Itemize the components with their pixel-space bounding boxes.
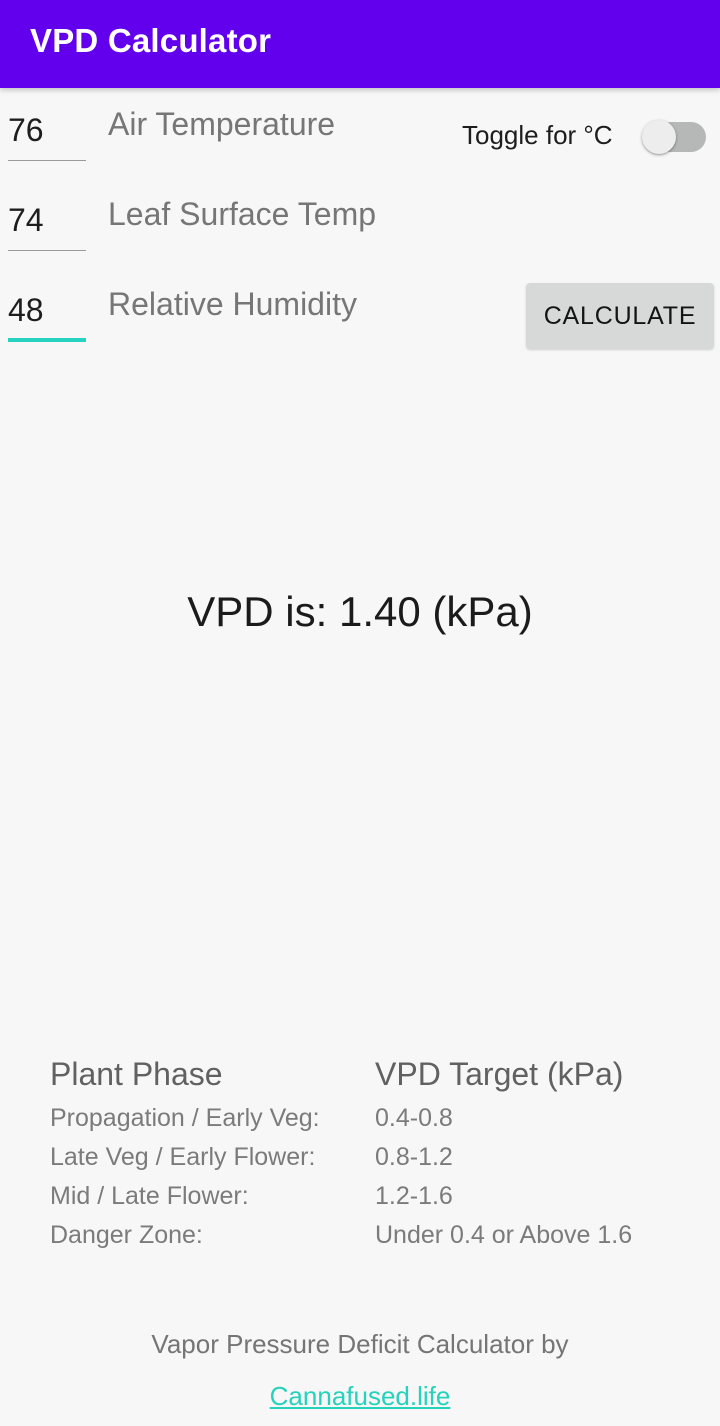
air-temperature-underline xyxy=(8,160,86,161)
table-row: Late Veg / Early Flower: 0.8-1.2 xyxy=(50,1143,710,1182)
unit-toggle-switch[interactable] xyxy=(642,120,706,154)
cell-vpd-target: Under 0.4 or Above 1.6 xyxy=(375,1221,633,1249)
cell-vpd-target: 1.2-1.6 xyxy=(375,1182,453,1210)
cell-vpd-target: 0.8-1.2 xyxy=(375,1143,453,1171)
footer-link-container: Cannafused.life xyxy=(0,1381,720,1412)
toggle-thumb xyxy=(642,120,676,154)
vpd-result-text: VPD is: 1.40 (kPa) xyxy=(187,588,533,635)
cell-plant-phase: Danger Zone: xyxy=(50,1221,203,1249)
unit-toggle-label: Toggle for °C xyxy=(462,120,613,150)
air-temperature-input[interactable] xyxy=(8,108,86,152)
cell-vpd-target: 0.4-0.8 xyxy=(375,1104,453,1132)
page-title: VPD Calculator xyxy=(30,22,272,59)
cell-plant-phase: Mid / Late Flower: xyxy=(50,1182,249,1210)
leaf-surface-temp-label: Leaf Surface Temp xyxy=(108,196,377,232)
app-bar: VPD Calculator xyxy=(0,0,720,88)
table-header-row: Plant Phase VPD Target (kPa) xyxy=(50,1056,710,1104)
cell-plant-phase: Propagation / Early Veg: xyxy=(50,1104,320,1132)
leaf-surface-temp-underline xyxy=(8,250,86,251)
table-row: Mid / Late Flower: 1.2-1.6 xyxy=(50,1182,710,1221)
air-temperature-label: Air Temperature xyxy=(108,106,336,142)
relative-humidity-input[interactable] xyxy=(8,288,86,332)
cannafused-life-link[interactable]: Cannafused.life xyxy=(270,1381,451,1411)
cell-plant-phase: Late Veg / Early Flower: xyxy=(50,1143,316,1171)
column-header-vpd-target: VPD Target (kPa) xyxy=(375,1056,624,1092)
calculate-button[interactable]: CALCULATE xyxy=(526,283,714,349)
table-row: Propagation / Early Veg: 0.4-0.8 xyxy=(50,1104,710,1143)
relative-humidity-label: Relative Humidity xyxy=(108,286,357,322)
table-row: Danger Zone: Under 0.4 or Above 1.6 xyxy=(50,1221,710,1260)
footer-attribution-text: Vapor Pressure Deficit Calculator by xyxy=(151,1329,569,1359)
column-header-plant-phase: Plant Phase xyxy=(50,1056,223,1092)
relative-humidity-underline xyxy=(8,338,86,342)
field-row-leaf-surface-temp: Leaf Surface Temp xyxy=(0,178,720,268)
vpd-reference-table: Plant Phase VPD Target (kPa) Propagation… xyxy=(50,1056,710,1260)
leaf-surface-temp-input[interactable] xyxy=(8,198,86,242)
